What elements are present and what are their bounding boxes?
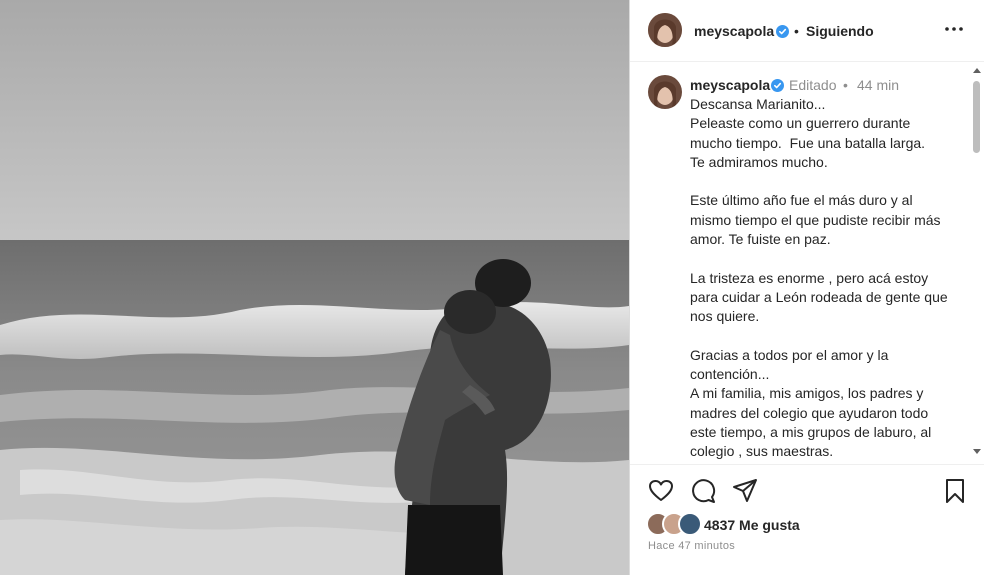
scroll-up-icon[interactable] [973, 68, 981, 73]
caption-username[interactable]: meyscapola [690, 77, 770, 93]
share-icon[interactable] [732, 478, 758, 504]
liker-avatar[interactable] [678, 512, 702, 536]
post-actions: 4837 Me gusta Hace 47 minutos [630, 464, 984, 575]
post-timestamp[interactable]: Hace 47 minutos [648, 540, 735, 552]
post-photo[interactable] [0, 0, 629, 575]
save-icon[interactable] [942, 478, 968, 504]
caption-avatar[interactable] [648, 75, 682, 109]
edited-label: Editado [789, 77, 837, 93]
caption-verified-badge-icon [771, 79, 784, 92]
more-options-icon[interactable] [944, 22, 964, 36]
scroll-down-icon[interactable] [973, 449, 981, 454]
caption-separator: • [843, 77, 848, 93]
caption-time[interactable]: 44 min [857, 77, 899, 93]
verified-badge-icon [776, 25, 789, 38]
caption-text: Descansa Marianito... Peleaste como un g… [690, 96, 948, 463]
following-button[interactable]: Siguiendo [806, 23, 874, 39]
header-username[interactable]: meyscapola [694, 23, 774, 39]
comments-section[interactable]: meyscapola Editado • 44 min Descansa Mar… [630, 63, 984, 463]
likes-count[interactable]: 4837 Me gusta [704, 517, 800, 533]
post-side-panel: meyscapola • Siguiendo meyscapola Editad… [629, 0, 984, 575]
scroll-thumb[interactable] [973, 81, 980, 153]
post-header: meyscapola • Siguiendo [630, 0, 984, 62]
profile-avatar[interactable] [648, 13, 682, 47]
beach-photo-image [0, 0, 629, 575]
comment-icon[interactable] [690, 478, 716, 504]
heart-icon[interactable] [648, 478, 674, 504]
header-separator: • [794, 23, 799, 39]
comments-scrollbar[interactable] [970, 63, 984, 463]
